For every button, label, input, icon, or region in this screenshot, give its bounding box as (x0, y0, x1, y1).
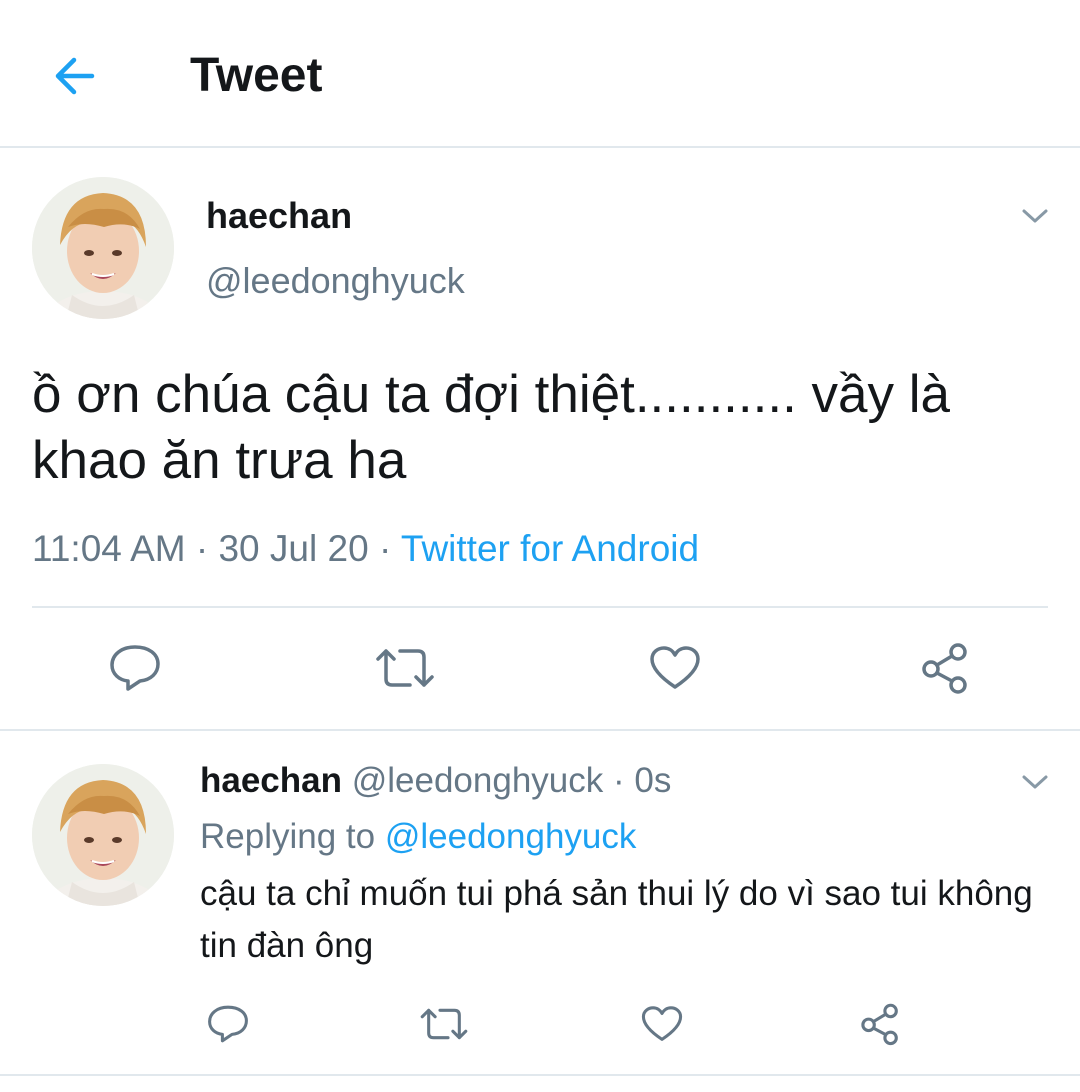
meta-separator: · (378, 528, 392, 569)
like-button[interactable] (632, 996, 692, 1052)
tweet-time: 11:04 AM (32, 528, 186, 569)
heart-icon (650, 646, 700, 689)
retweet-button[interactable] (414, 996, 474, 1052)
author-name[interactable]: haechan (200, 761, 342, 800)
top-bar (0, 0, 1080, 148)
reply-button[interactable] (100, 638, 170, 698)
divider (0, 729, 1080, 731)
replying-label: Replying to (200, 817, 376, 856)
reply-icon (110, 645, 160, 691)
tweet-text: ồ ơn chúa cậu ta đợi thiệt........... vầ… (32, 365, 950, 490)
author-handle[interactable]: @leedonghyuck (352, 761, 604, 800)
divider (0, 1074, 1080, 1076)
meta-separator: · (613, 761, 625, 800)
chevron-down-icon (1022, 775, 1048, 789)
tweet-age: 0s (634, 761, 672, 800)
page-title: Tweet (190, 49, 323, 102)
like-button[interactable] (640, 638, 710, 698)
author-name[interactable]: haechan (206, 193, 352, 239)
tweet-meta: 11:04 AM · 30 Jul 20 · Twitter for Andro… (32, 524, 699, 574)
tweet-date: 30 Jul 20 (218, 528, 369, 569)
tweet-menu-button[interactable] (1012, 196, 1058, 236)
arrow-left-icon (55, 57, 95, 95)
tweet-menu-button[interactable] (1012, 762, 1058, 802)
mention-link[interactable]: @leedonghyuck (385, 817, 637, 856)
meta-separator: · (195, 528, 209, 569)
share-icon (861, 1003, 898, 1046)
share-icon (922, 643, 967, 694)
share-button[interactable] (910, 638, 980, 698)
reply-icon (208, 1005, 248, 1043)
replying-to: Replying to @leedonghyuck (200, 814, 636, 860)
retweet-icon (420, 1008, 468, 1040)
share-button[interactable] (850, 996, 910, 1052)
retweet-icon (376, 649, 434, 687)
author-handle[interactable]: @leedonghyuck (206, 258, 465, 304)
avatar[interactable] (32, 177, 174, 319)
reply-button[interactable] (198, 996, 258, 1052)
reply-header: haechan @leedonghyuck · 0s (200, 758, 671, 804)
retweet-button[interactable] (370, 638, 440, 698)
divider (32, 606, 1048, 608)
tweet-source-link[interactable]: Twitter for Android (401, 528, 699, 569)
tweet-text: cậu ta chỉ muốn tui phá sản thui lý do v… (200, 874, 1033, 965)
avatar[interactable] (32, 764, 174, 906)
heart-icon (641, 1006, 683, 1041)
back-button[interactable] (44, 46, 104, 106)
chevron-down-icon (1022, 209, 1048, 223)
